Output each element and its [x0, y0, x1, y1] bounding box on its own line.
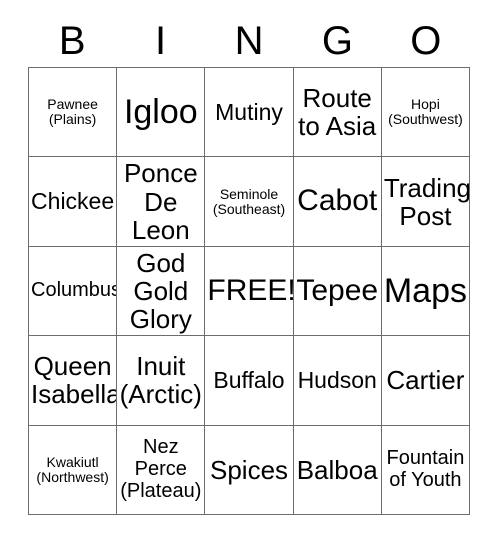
bingo-row: Chickee Ponce De Leon Seminole (Southeas…: [29, 157, 471, 247]
bingo-cell-o2[interactable]: Trading Post: [381, 157, 471, 247]
bingo-cell-n5[interactable]: Spices: [205, 425, 294, 516]
bingo-row: Queen Isabella Inuit (Arctic) Buffalo Hu…: [29, 336, 471, 426]
bingo-cell-i2[interactable]: Ponce De Leon: [117, 157, 206, 247]
bingo-cell-label: Kwakiutl (Northwest): [36, 453, 109, 485]
bingo-cell-o5[interactable]: Fountain of Youth: [381, 425, 471, 516]
bingo-cell-label: Trading Post: [383, 172, 471, 231]
bingo-cell-label: Pawnee (Plains): [47, 96, 98, 128]
bingo-cell-label: Igloo: [123, 92, 198, 131]
bingo-cell-b4[interactable]: Queen Isabella: [29, 336, 118, 426]
bingo-cell-o4[interactable]: Cartier: [381, 336, 471, 426]
bingo-cell-label: Balboa: [296, 454, 378, 485]
bingo-cell-g1[interactable]: Route to Asia: [293, 68, 382, 158]
bingo-cell-label: Maps: [383, 271, 467, 310]
bingo-cell-label: Chickee: [31, 188, 115, 215]
bingo-cell-g3[interactable]: Tepee: [293, 246, 382, 337]
bingo-grid: Pawnee (Plains) Igloo Mutiny Route to As…: [28, 67, 471, 516]
bingo-cell-label: Spices: [209, 454, 289, 485]
bingo-cell-g5[interactable]: Balboa: [293, 425, 382, 516]
bingo-cell-label: Fountain of Youth: [386, 447, 465, 491]
bingo-cell-label: God Gold Glory: [129, 247, 192, 335]
bingo-cell-free-space[interactable]: FREE!: [205, 246, 294, 337]
bingo-cell-label: Queen Isabella: [31, 351, 118, 410]
header-letter-b: B: [58, 19, 86, 63]
bingo-cell-o1[interactable]: Hopi (Southwest): [381, 68, 471, 158]
bingo-cell-n4[interactable]: Buffalo: [205, 336, 294, 426]
bingo-cell-i1[interactable]: Igloo: [117, 68, 206, 158]
bingo-cell-b1[interactable]: Pawnee (Plains): [29, 68, 118, 158]
bingo-row: Columbus God Gold Glory FREE! Tepee Maps: [29, 246, 471, 337]
header-letter-g: G: [321, 19, 353, 63]
bingo-cell-label: Cartier: [386, 365, 465, 396]
bingo-cell-label: Ponce De Leon: [123, 158, 198, 245]
bingo-cell-b5[interactable]: Kwakiutl (Northwest): [29, 425, 118, 516]
bingo-cell-label: Mutiny: [215, 98, 283, 125]
bingo-cell-n2[interactable]: Seminole (Southeast): [205, 157, 294, 247]
header-letter-i: I: [155, 19, 167, 63]
bingo-cell-n1[interactable]: Mutiny: [205, 68, 294, 158]
bingo-cell-g2[interactable]: Cabot: [293, 157, 382, 247]
bingo-cell-label: Tepee: [296, 273, 379, 307]
free-space-label: FREE!: [207, 273, 294, 307]
header-letter-o: O: [410, 19, 442, 63]
bingo-cell-label: Nez Perce (Plateau): [120, 436, 202, 502]
bingo-cell-label: Hopi (Southwest): [388, 96, 463, 128]
bingo-cell-label: Seminole (Southeast): [212, 185, 286, 217]
bingo-cell-i3[interactable]: God Gold Glory: [117, 246, 206, 337]
bingo-card: B I N G O Pawnee (Plains) Igloo Mutiny R…: [0, 0, 500, 544]
header-letter-n: N: [234, 19, 264, 63]
bingo-cell-o3[interactable]: Maps: [381, 246, 471, 337]
bingo-header: B I N G O: [28, 16, 470, 66]
bingo-cell-label: Inuit (Arctic): [119, 351, 202, 410]
bingo-cell-b3[interactable]: Columbus: [29, 246, 118, 337]
bingo-cell-b2[interactable]: Chickee: [29, 157, 118, 247]
bingo-cell-label: Columbus: [31, 279, 118, 302]
bingo-row: Kwakiutl (Northwest) Nez Perce (Plateau)…: [29, 425, 471, 516]
bingo-cell-label: Cabot: [297, 184, 378, 218]
bingo-cell-i5[interactable]: Nez Perce (Plateau): [117, 425, 206, 516]
bingo-cell-label: Buffalo: [213, 367, 285, 393]
bingo-cell-i4[interactable]: Inuit (Arctic): [117, 336, 206, 426]
bingo-cell-label: Route to Asia: [298, 83, 377, 142]
bingo-row: Pawnee (Plains) Igloo Mutiny Route to As…: [29, 68, 471, 158]
bingo-cell-label: Hudson: [297, 367, 377, 393]
bingo-cell-g4[interactable]: Hudson: [293, 336, 382, 426]
